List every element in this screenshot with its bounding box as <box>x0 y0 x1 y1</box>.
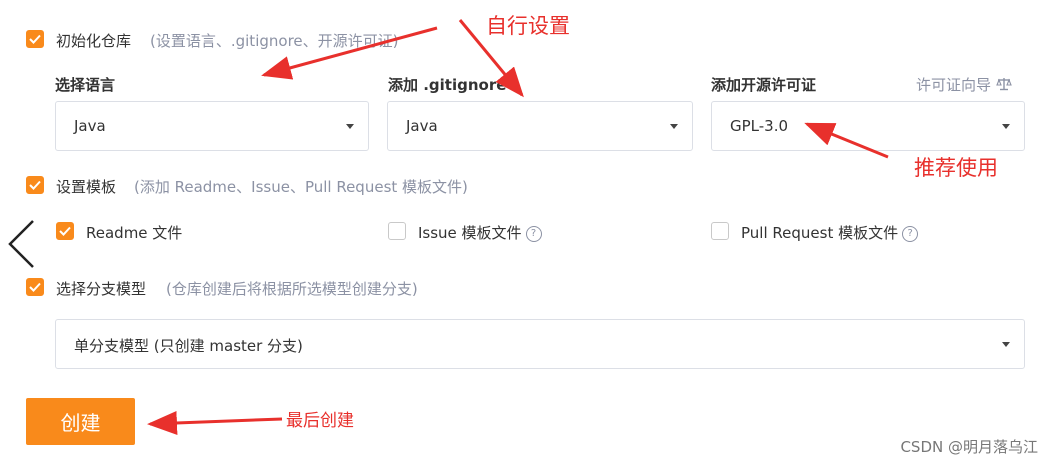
arrow-to-license <box>804 122 889 159</box>
arrow-to-create <box>147 410 283 435</box>
arrow-to-gitignore <box>458 19 524 98</box>
watermark: CSDN @明月落乌江 <box>900 438 1038 456</box>
arrow-to-language <box>261 26 438 80</box>
annotation-arrows <box>147 19 889 435</box>
